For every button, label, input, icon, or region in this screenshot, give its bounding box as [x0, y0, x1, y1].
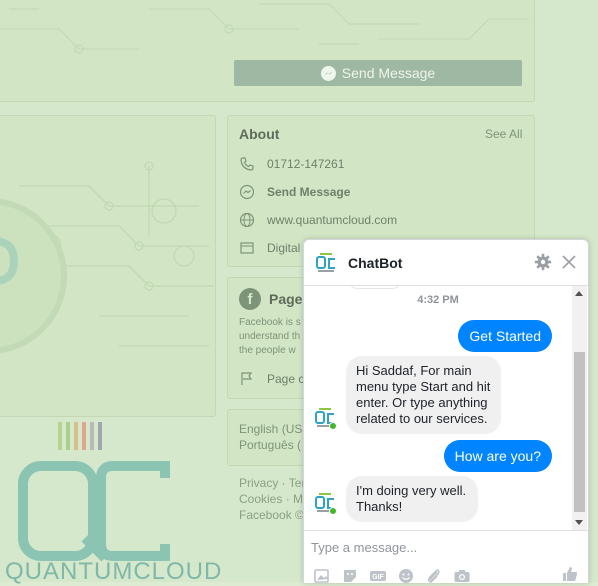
send-message-button[interactable]: Send Message — [234, 60, 522, 86]
bot-message-2: I'm doing very well. Thanks! — [346, 476, 478, 522]
messenger-icon — [320, 65, 336, 81]
online-status-dot — [329, 422, 337, 430]
photo-icon[interactable] — [313, 567, 331, 583]
website-link[interactable]: www.quantumcloud.com — [267, 213, 397, 227]
sticker-icon[interactable] — [341, 567, 359, 583]
chatbot-avatar — [315, 252, 337, 274]
page-header-card: Send Message — [0, 0, 535, 102]
online-status-dot — [329, 507, 337, 515]
about-category-row: Digital — [239, 240, 300, 256]
close-icon[interactable] — [560, 253, 578, 271]
language-english-link[interactable]: English (US — [239, 422, 302, 436]
phone-icon — [240, 157, 254, 171]
qc-mark-icon — [18, 461, 170, 562]
page-card-text-1: Facebook is s — [239, 317, 301, 328]
bot-avatar-1 — [314, 407, 337, 430]
chat-header[interactable]: ChatBot — [304, 240, 588, 286]
phone-number: 01712-147261 — [267, 157, 345, 171]
chatbot-window: ChatBot 4:32 PM Get Started Hi Saddaf, F… — [303, 239, 589, 583]
flag-icon — [241, 372, 253, 385]
about-website-row[interactable]: www.quantumcloud.com — [239, 212, 397, 228]
page-card-text-3: the people w — [239, 345, 296, 356]
scroll-up-arrow-icon[interactable] — [575, 291, 583, 296]
footer-links-1[interactable]: Privacy · Ter — [239, 476, 305, 490]
about-title: About — [239, 126, 280, 142]
svg-text:GIF: GIF — [372, 574, 384, 581]
thumbs-up-like-icon[interactable] — [561, 565, 579, 583]
footer-links-2[interactable]: Cookies · M — [239, 492, 303, 506]
emoji-icon[interactable] — [397, 567, 415, 583]
page-card-text-2: understand th — [239, 331, 301, 342]
circuit-logo-image — [0, 161, 214, 354]
about-phone-row: 01712-147261 — [239, 156, 344, 172]
about-send-message-link[interactable]: Send Message — [267, 185, 350, 199]
send-message-label: Send Message — [341, 65, 436, 81]
composer: GIF — [304, 530, 588, 583]
language-portuguese-link[interactable]: Português ( — [239, 438, 301, 452]
quantumcloud-logo: QUANTUMCLOUD — [0, 420, 221, 585]
camera-icon[interactable] — [453, 567, 471, 583]
see-all-link[interactable]: See All — [485, 127, 522, 141]
cover-image-card — [0, 115, 216, 417]
chat-title: ChatBot — [348, 254, 403, 271]
message-input[interactable] — [311, 540, 571, 555]
messenger-outline-icon — [239, 184, 255, 200]
scrollbar-thumb[interactable] — [574, 352, 585, 512]
user-message-how-are-you: How are you? — [443, 440, 552, 472]
page-created-row: Page cr — [239, 371, 308, 387]
scroll-down-arrow-icon[interactable] — [575, 520, 583, 525]
bot-avatar-2 — [314, 492, 337, 515]
page-card-title-text: Page — [269, 291, 303, 307]
about-send-message-row[interactable]: Send Message — [239, 184, 350, 200]
message-scrollbar[interactable] — [572, 286, 587, 530]
user-message-get-started: Get Started — [458, 320, 552, 352]
footer-copyright: Facebook © — [239, 508, 304, 522]
settings-gear-icon[interactable] — [534, 253, 552, 271]
bot-message-1: Hi Saddaf, For main menu type Start and … — [346, 356, 501, 434]
previous-message-bubble — [348, 286, 402, 289]
attachment-paperclip-icon[interactable] — [425, 567, 443, 583]
gif-icon[interactable]: GIF — [369, 567, 387, 583]
facebook-icon: f — [239, 288, 261, 310]
logo-stripes — [58, 422, 102, 450]
page-card-title: f Page — [239, 288, 302, 310]
message-timestamp: 4:32 PM — [417, 294, 459, 306]
globe-icon — [239, 212, 255, 228]
composer-toolbar: GIF — [313, 567, 471, 583]
category-icon — [240, 242, 254, 254]
category-text: Digital — [267, 241, 301, 255]
message-list[interactable]: 4:32 PM Get Started Hi Saddaf, For main … — [304, 286, 572, 530]
